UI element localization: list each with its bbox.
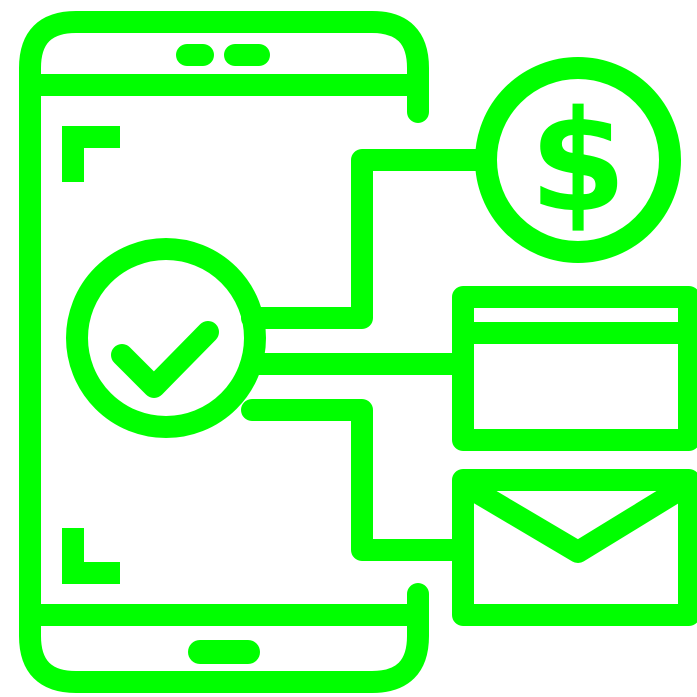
mobile-payment-icon: $: [19, 11, 697, 693]
corner-bracket-bottom-left: [62, 528, 120, 584]
dollar-coin-icon: $: [475, 57, 681, 263]
check-circle-icon: [66, 238, 266, 438]
speaker-pill-right: [224, 44, 270, 66]
connector-to-dollar: [241, 149, 497, 329]
card-outline: [452, 286, 697, 451]
connector-to-mail: [241, 399, 467, 561]
speaker-pill-left: [176, 44, 214, 66]
check-circle-ring: [66, 238, 266, 438]
connector-lines: [241, 149, 497, 561]
dollar-sign-icon: $: [529, 81, 626, 244]
corner-bracket-top-left: [62, 126, 120, 182]
credit-card-icon: [452, 286, 697, 451]
envelope-icon: [452, 469, 697, 626]
icon-canvas: $: [0, 0, 697, 697]
phone-speaker-icon: [176, 44, 270, 66]
home-button-icon: [188, 640, 260, 664]
checkmark: [111, 321, 219, 398]
envelope-flap: [452, 473, 697, 563]
